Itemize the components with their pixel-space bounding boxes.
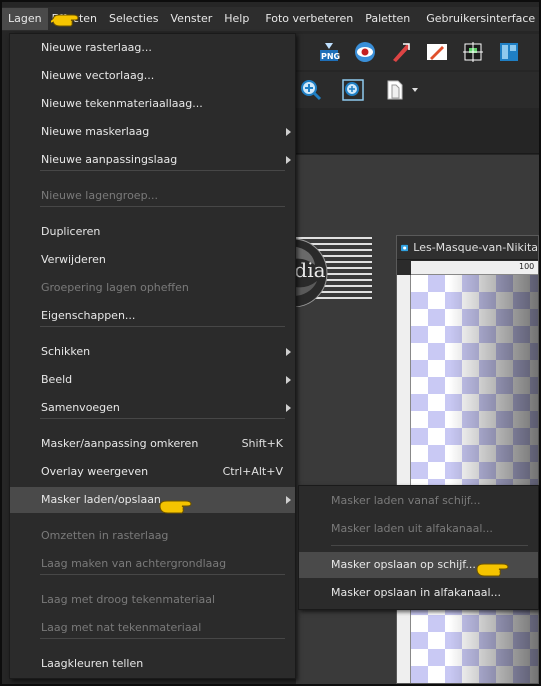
image-icon [401,244,409,251]
image-window-titlebar[interactable]: Les-Masque-van-Nikita [397,236,538,260]
submenu-arrow-icon [286,128,291,136]
menu-item-label: Laag met nat tekenmateriaal [41,621,202,634]
menu-item-nieuwe-rasterlaag[interactable]: Nieuwe rasterlaag... [10,35,295,61]
menu-item-masker-laden-opslaan[interactable]: Masker laden/opslaan [10,487,295,513]
menu-item-shortcut: Shift+K [241,437,283,450]
submenu-arrow-icon [286,496,291,504]
layout-grid-icon[interactable] [496,39,522,65]
menu-item-label: Beeld [41,373,73,386]
menu-item-label: Laag maken van achtergrondlaag [41,557,227,570]
menu-item-schikken[interactable]: Schikken [10,339,295,365]
pointing-hand-icon [476,563,509,577]
menu-item-label: Schikken [41,345,91,358]
pointing-hand-icon [159,500,192,514]
menu-item-label: Dupliceren [41,225,101,238]
menu-item-label: Eigenschappen... [41,309,136,322]
menu-item-label: Samenvoegen [41,401,120,414]
ruler-vertical [397,275,411,683]
ruler-horizontal: 100 [411,261,538,275]
menu-item-label: Nieuwe aanpassingslaag [41,153,178,166]
menu-item-eigenschappen[interactable]: Eigenschappen... [10,303,295,329]
toolbar-panel [296,110,539,154]
pen-icon[interactable] [424,39,450,65]
toolbar-second [296,72,539,108]
pointing-hand-icon [51,14,79,27]
menu-item-masker-aanpassing-omkeren[interactable]: Masker/aanpassing omkeren Shift+K [10,431,295,457]
chevron-down-icon[interactable] [412,88,418,92]
menu-item-nieuwe-aanpassingslaag[interactable]: Nieuwe aanpassingslaag [10,147,295,173]
menu-item-label: Nieuwe vectorlaag... [41,69,155,82]
menu-item-label: Groepering lagen opheffen [41,281,189,294]
submenu-item-label: Masker laden uit alfakanaal... [331,522,493,535]
menu-item-label: Laag met droog tekenmateriaal [41,593,216,606]
menubar-item-foto-verbeteren[interactable]: Foto verbeteren [259,8,359,30]
submenu-item-label: Masker opslaan in alfakanaal... [331,586,502,599]
menu-item-label: Masker laden/opslaan [41,493,161,506]
menu-item-laag-met-droog-tekenmateriaal: Laag met droog tekenmateriaal [10,587,295,613]
image-window[interactable]: Les-Masque-van-Nikita 100 [396,235,539,684]
menubar-item-selecties[interactable]: Selecties [103,8,165,30]
menu-item-omzetten-in-rasterlaag: Omzetten in rasterlaag [10,523,295,549]
menu-item-laag-met-nat-tekenmateriaal: Laag met nat tekenmateriaal [10,615,295,641]
menubar: Lagen Effecten Selecties Venster Help Fo… [2,7,539,31]
zoom-in-icon[interactable] [298,77,324,103]
menu-item-label: Nieuwe tekenmateriaallaag... [41,97,203,110]
submenu-arrow-icon [286,156,291,164]
menu-item-groepering-lagen-opheffen: Groepering lagen opheffen [10,275,295,301]
menu-separator [331,545,528,546]
menu-item-beeld[interactable]: Beeld [10,367,295,393]
submenu-arrow-icon [286,376,291,384]
menu-item-label: Nieuwe rasterlaag... [41,41,152,54]
ruler-label: 100 [519,262,535,271]
menubar-item-gebruikersinterface[interactable]: Gebruikersinterface [420,8,541,30]
menu-item-samenvoegen[interactable]: Samenvoegen [10,395,295,421]
menu-item-label: Nieuwe lagengroep... [41,189,159,202]
submenu-item-masker-opslaan-in-alfakanaal[interactable]: Masker opslaan in alfakanaal... [299,580,538,606]
submenu-item-masker-laden-uit-alfakanaal: Masker laden uit alfakanaal... [299,516,538,542]
menu-item-dupliceren[interactable]: Dupliceren [10,219,295,245]
makeover-icon[interactable] [388,39,414,65]
menubar-item-help[interactable]: Help [218,8,255,30]
toolbar-top: PNG [296,34,539,70]
lagen-menu: Nieuwe rasterlaag... Nieuwe vectorlaag...… [9,33,296,679]
submenu-item-label: Masker laden vanaf schijf... [331,494,481,507]
zoom-actual-icon[interactable] [340,77,366,103]
svg-text:PNG: PNG [321,52,340,61]
submenu-arrow-icon [286,404,291,412]
menu-item-label: Omzetten in rasterlaag [41,529,169,542]
menubar-item-lagen[interactable]: Lagen [2,8,48,30]
menu-item-shortcut: Ctrl+Alt+V [222,465,283,478]
menu-item-nieuwe-lagengroep: Nieuwe lagengroep... [10,183,295,209]
masker-submenu: Masker laden vanaf schijf... Masker laden… [298,485,539,610]
menu-item-label: Overlay weergeven [41,465,149,478]
menu-item-verwijderen[interactable]: Verwijderen [10,247,295,273]
canvas[interactable] [411,275,538,683]
menubar-item-venster[interactable]: Venster [165,8,219,30]
menu-item-overlay-weergeven[interactable]: Overlay weergeven Ctrl+Alt+V [10,459,295,485]
png-export-icon[interactable]: PNG [316,39,342,65]
menu-item-laagkleuren-tellen[interactable]: Laagkleuren tellen [10,651,295,677]
submenu-item-label: Masker opslaan op schijf... [331,558,476,571]
red-eye-icon[interactable] [352,39,378,65]
menu-item-label: Verwijderen [41,253,106,266]
menu-item-nieuwe-tekenmateriaallaag[interactable]: Nieuwe tekenmateriaallaag... [10,91,295,117]
image-window-title: Les-Masque-van-Nikita [413,241,538,254]
menu-item-laag-maken-van-achtergrondlaag: Laag maken van achtergrondlaag [10,551,295,577]
menubar-item-paletten[interactable]: Paletten [359,8,416,30]
menu-item-label: Masker/aanpassing omkeren [41,437,199,450]
submenu-item-masker-laden-vanaf-schijf: Masker laden vanaf schijf... [299,488,538,514]
menu-item-label: Nieuwe maskerlaag [41,125,150,138]
document-icon[interactable] [382,77,408,103]
menu-item-label: Laagkleuren tellen [41,657,144,670]
menu-item-nieuwe-vectorlaag[interactable]: Nieuwe vectorlaag... [10,63,295,89]
menu-item-nieuwe-maskerlaag[interactable]: Nieuwe maskerlaag [10,119,295,145]
screen-capture-icon[interactable] [460,39,486,65]
submenu-arrow-icon [286,348,291,356]
